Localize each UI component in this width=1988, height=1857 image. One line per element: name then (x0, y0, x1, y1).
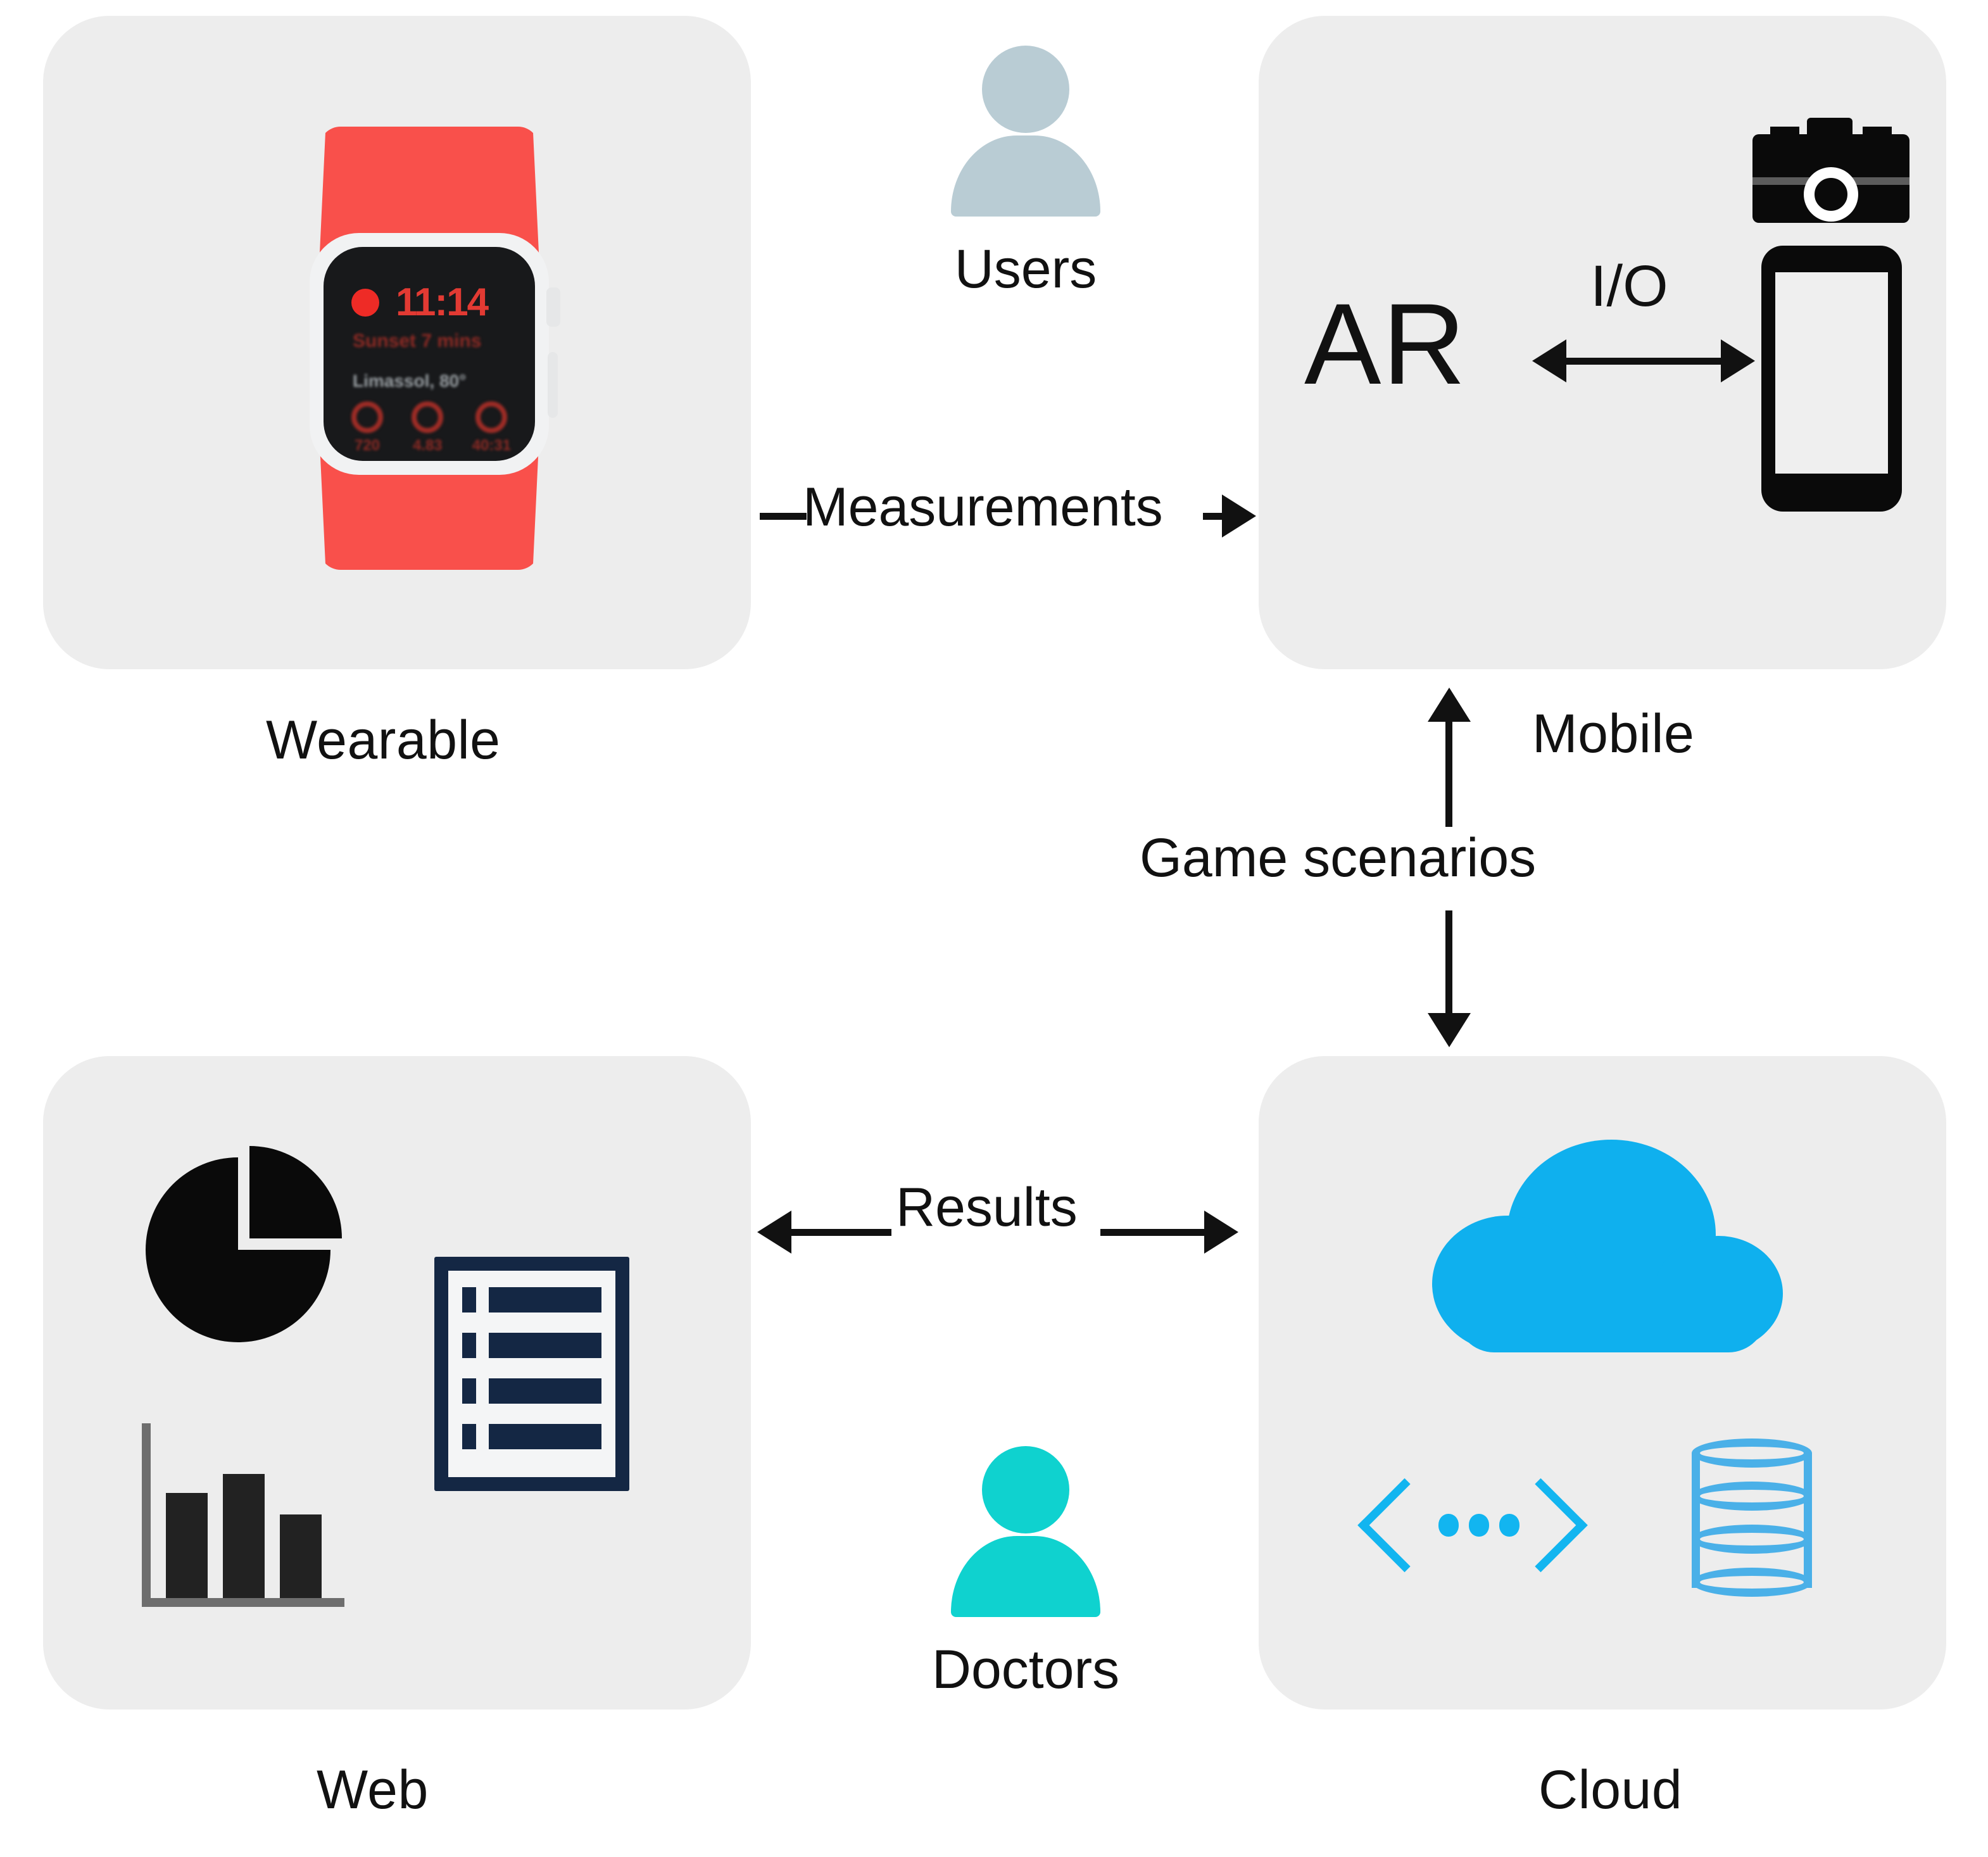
document-row (462, 1333, 601, 1358)
database-tier (1692, 1525, 1812, 1554)
panel-label-wearable: Wearable (266, 710, 501, 771)
bar-chart-bar (280, 1514, 322, 1598)
document-bullet (462, 1287, 476, 1312)
api-brackets-icon (1357, 1456, 1588, 1594)
camera-body (1752, 134, 1909, 223)
person-body (951, 1536, 1100, 1617)
watch-crown (546, 287, 560, 327)
watch-metric-1: 720 (351, 401, 383, 455)
smartwatch-icon: 11:14 Sunset 7 mins Limassol, 80° 720 4.… (296, 127, 562, 570)
watch-metric-2: 4.83 (412, 401, 444, 455)
io-label: I/O (1590, 254, 1668, 318)
person-head (982, 1446, 1069, 1533)
person-icon (947, 1446, 1105, 1617)
game-scenarios-arrow-up (1428, 688, 1471, 722)
architecture-diagram: 11:14 Sunset 7 mins Limassol, 80° 720 4.… (0, 0, 1988, 1857)
smartphone-screen (1775, 272, 1888, 474)
document-row (462, 1378, 601, 1404)
database-icon (1692, 1438, 1812, 1602)
document-page (448, 1271, 615, 1477)
connector-label-results: Results (896, 1177, 1078, 1238)
io-arrow-right-head (1721, 339, 1755, 382)
activity-ring-icon (351, 401, 383, 433)
api-dot (1438, 1514, 1459, 1537)
panel-wearable[interactable]: 11:14 Sunset 7 mins Limassol, 80° 720 4.… (43, 16, 751, 669)
results-arrow-right (1204, 1211, 1238, 1254)
person-body (951, 135, 1100, 217)
actor-label-users: Users (954, 239, 1097, 299)
document-bullet (462, 1378, 476, 1404)
cloud-base (1456, 1276, 1766, 1352)
database-tier (1692, 1482, 1812, 1511)
record-dot-icon (351, 288, 379, 317)
results-arrow-left (757, 1211, 791, 1254)
actor-doctors: Doctors (905, 1446, 1146, 1701)
io-arrow-line (1561, 358, 1721, 365)
measurements-arrow-head (1222, 494, 1256, 538)
cloud-icon (1432, 1140, 1801, 1368)
document-line (489, 1287, 601, 1312)
results-line-right (1100, 1229, 1208, 1236)
document-row (462, 1424, 601, 1449)
game-scenarios-arrow-down (1428, 1013, 1471, 1047)
chevron-left-icon (1357, 1478, 1452, 1573)
heart-icon (412, 401, 444, 433)
bar-chart-bar (166, 1493, 208, 1598)
watch-face-location: Limassol, 80° (353, 371, 467, 391)
document-row (462, 1287, 601, 1312)
smartphone-icon (1761, 246, 1902, 512)
panel-label-cloud: Cloud (1538, 1759, 1683, 1820)
database-tier (1692, 1568, 1812, 1597)
document-bullet (462, 1333, 476, 1358)
person-icon (947, 46, 1105, 217)
watch-face-metrics: 720 4.83 40:31 (351, 401, 511, 455)
bar-chart-x-axis (142, 1598, 344, 1607)
watch-face-time-row: 11:14 (351, 280, 489, 325)
connector-label-game-scenarios: Game scenarios (1140, 828, 1537, 888)
watch-case: 11:14 Sunset 7 mins Limassol, 80° 720 4.… (310, 233, 560, 475)
results-line-left (790, 1229, 891, 1236)
camera-lens (1804, 167, 1858, 222)
pie-chart-icon (146, 1146, 342, 1342)
document-line (489, 1378, 601, 1404)
measurements-line-left (760, 513, 807, 520)
bar-chart-y-axis (142, 1423, 151, 1598)
api-dot (1469, 1514, 1489, 1537)
watch-face-subtitle: Sunset 7 mins (353, 330, 482, 351)
ar-label: AR (1304, 279, 1467, 408)
camera-viewfinder (1807, 118, 1853, 135)
panel-label-web: Web (317, 1759, 429, 1820)
watch-metric-3: 40:31 (472, 401, 511, 455)
actor-label-doctors: Doctors (931, 1639, 1120, 1700)
game-scenarios-line-lower (1445, 910, 1452, 1017)
bar-chart-icon (142, 1423, 344, 1607)
panel-label-mobile: Mobile (1532, 703, 1695, 764)
bar-chart-bar (223, 1474, 265, 1598)
person-head (982, 46, 1069, 133)
game-scenarios-line-upper (1445, 721, 1452, 827)
timer-icon (475, 401, 508, 433)
document-line (489, 1424, 601, 1449)
connector-label-measurements: Measurements (803, 477, 1163, 538)
pie-chart-slice (249, 1146, 342, 1238)
document-bullet (462, 1424, 476, 1449)
actor-users: Users (905, 46, 1146, 301)
io-arrow-left-head (1532, 339, 1566, 382)
document-line (489, 1333, 601, 1358)
watch-screen: 11:14 Sunset 7 mins Limassol, 80° 720 4.… (324, 247, 535, 461)
watch-face-time: 11:14 (396, 280, 489, 324)
database-tier (1692, 1438, 1812, 1468)
camera-icon (1752, 118, 1909, 223)
document-list-icon (434, 1257, 629, 1491)
chevron-right-icon (1494, 1478, 1588, 1573)
watch-side-button (548, 352, 558, 418)
